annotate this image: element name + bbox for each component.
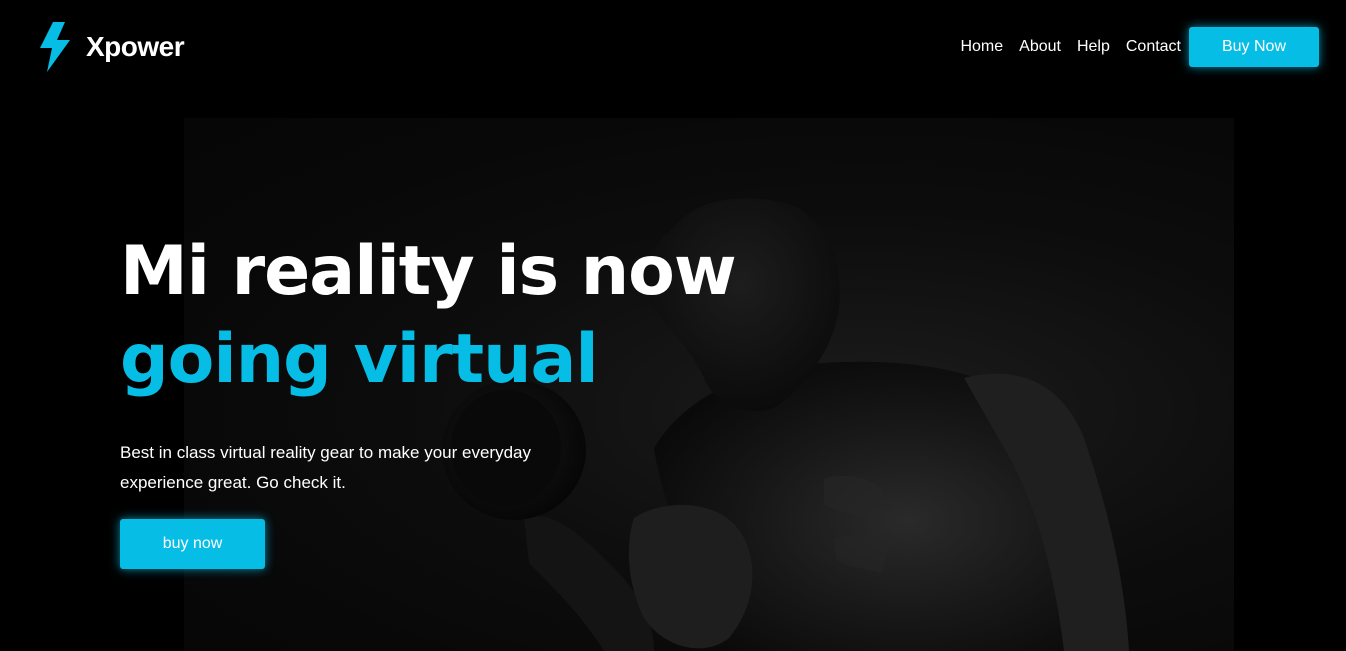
logo-text: Xpower (86, 31, 185, 62)
lightning-bolt-icon (40, 22, 70, 72)
nav-link-home[interactable]: Home (960, 38, 1003, 56)
hero-title-line1: Mi reality is now (120, 232, 737, 311)
hero-content: Mi reality is now going virtual Best in … (120, 228, 820, 492)
landing-page: Xpower Home About Help Contact Buy Now M… (0, 0, 1346, 651)
nav-link-help[interactable]: Help (1077, 38, 1110, 56)
site-header: Xpower Home About Help Contact Buy Now (0, 0, 1346, 92)
hero-title-line2: going virtual (120, 320, 599, 399)
buy-now-button[interactable]: Buy Now (1189, 27, 1319, 67)
hero-description: Best in class virtual reality gear to ma… (120, 443, 532, 492)
nav-link-about[interactable]: About (1019, 38, 1061, 56)
logo[interactable]: Xpower (38, 22, 185, 72)
hero-title: Mi reality is now going virtual (120, 228, 820, 404)
nav-link-contact[interactable]: Contact (1126, 38, 1181, 56)
hero-buy-now-button[interactable]: buy now (120, 519, 265, 569)
main-nav: Home About Help Contact Buy Now (960, 27, 1319, 67)
